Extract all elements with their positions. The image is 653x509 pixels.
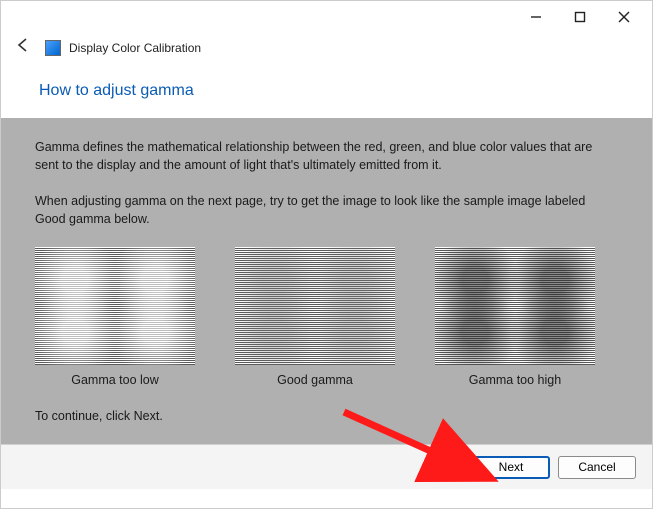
cancel-button[interactable]: Cancel (558, 456, 636, 479)
sample-gamma-good: Good gamma (235, 247, 395, 387)
gamma-high-image (435, 247, 595, 365)
close-button[interactable] (602, 3, 646, 31)
gamma-high-label: Gamma too high (469, 373, 561, 387)
gamma-low-label: Gamma too low (71, 373, 159, 387)
page-title: How to adjust gamma (1, 66, 652, 118)
maximize-button[interactable] (558, 3, 602, 31)
app-icon (45, 40, 61, 56)
minimize-button[interactable] (514, 3, 558, 31)
sample-gamma-low: Gamma too low (35, 247, 195, 387)
gamma-samples: Gamma too low Good gamma Gamma too high (35, 247, 618, 387)
footer: Next Cancel (1, 444, 652, 489)
window-titlebar (1, 1, 652, 33)
sample-gamma-high: Gamma too high (435, 247, 595, 387)
intro-paragraph-1: Gamma defines the mathematical relations… (35, 138, 618, 174)
header: Display Color Calibration (1, 33, 652, 66)
app-title: Display Color Calibration (69, 41, 201, 55)
intro-paragraph-2: When adjusting gamma on the next page, t… (35, 192, 618, 228)
gamma-good-image (235, 247, 395, 365)
back-arrow-icon[interactable] (15, 37, 31, 58)
gamma-low-image (35, 247, 195, 365)
content-area: Gamma defines the mathematical relations… (1, 118, 652, 444)
continue-text: To continue, click Next. (35, 409, 618, 423)
gamma-good-label: Good gamma (277, 373, 353, 387)
next-button[interactable]: Next (472, 456, 550, 479)
